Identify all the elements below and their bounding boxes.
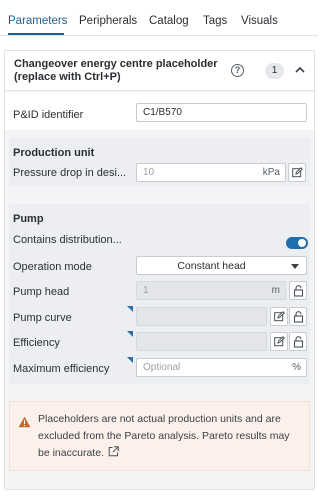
tab-peripherals[interactable]: Peripherals — [79, 15, 137, 27]
lock-icon — [293, 311, 304, 323]
maximum-efficiency-input[interactable]: Optional % — [136, 358, 307, 377]
caret-down-icon — [291, 264, 299, 269]
count-badge: 1 — [265, 63, 284, 79]
pump-head-lock-button[interactable] — [289, 281, 307, 300]
efficiency-input — [136, 332, 267, 351]
chevron-up-icon[interactable] — [293, 63, 307, 77]
pump-head-unit: m — [271, 285, 280, 296]
pressure-drop-label: Pressure drop in desi... — [13, 167, 127, 179]
external-link-icon[interactable] — [108, 446, 119, 457]
panel-title: Changeover energy centre placeholder (re… — [14, 58, 218, 83]
pressure-drop-unit: kPa — [262, 167, 280, 178]
contains-distribution-toggle[interactable] — [286, 237, 308, 249]
pid-value: C1/B570 — [143, 107, 182, 118]
pump-curve-edit-button[interactable] — [270, 307, 288, 326]
maximum-efficiency-label: Maximum efficiency — [13, 363, 110, 375]
pump-curve-lock-button[interactable] — [289, 307, 307, 326]
efficiency-indicator — [127, 331, 133, 337]
warning-icon — [18, 416, 31, 428]
edit-icon — [274, 336, 285, 347]
warning-callout: Placeholders are not actual production u… — [9, 401, 310, 471]
lock-icon — [293, 285, 304, 297]
efficiency-lock-button[interactable] — [289, 332, 307, 351]
tab-catalog[interactable]: Catalog — [149, 15, 189, 27]
maximum-efficiency-placeholder: Optional — [143, 362, 181, 373]
production-unit-section: Production unit Pressure drop in desi...… — [9, 138, 310, 186]
edit-icon — [274, 311, 285, 322]
operation-mode-label: Operation mode — [13, 261, 92, 273]
tab-visuals[interactable]: Visuals — [241, 15, 278, 27]
pump-head-input[interactable]: 1 m — [136, 281, 286, 300]
warning-message: Placeholders are not actual production u… — [38, 411, 304, 462]
toggle-knob — [298, 239, 306, 247]
pid-row: P&ID identifier C1/B570 — [5, 92, 314, 130]
active-tab-indicator — [8, 33, 64, 35]
lock-icon — [293, 336, 304, 348]
parameters-panel: Changeover energy centre placeholder (re… — [4, 50, 315, 490]
pressure-drop-input[interactable]: 10 kPa — [136, 163, 286, 182]
pressure-drop-value: 10 — [143, 167, 155, 178]
pressure-drop-edit-button[interactable] — [288, 163, 306, 182]
production-unit-title: Production unit — [13, 147, 95, 159]
pump-curve-indicator — [127, 306, 133, 312]
tab-tags[interactable]: Tags — [203, 15, 227, 27]
panel-header[interactable]: Changeover energy centre placeholder (re… — [5, 51, 314, 91]
tab-bar: Parameters Peripherals Catalog Tags Visu… — [0, 0, 318, 36]
pump-title: Pump — [13, 213, 44, 225]
pid-label: P&ID identifier — [13, 109, 84, 121]
pump-head-value: 1 — [143, 285, 149, 296]
operation-mode-value: Constant head — [177, 260, 246, 272]
pump-curve-input — [136, 307, 267, 326]
pid-input[interactable]: C1/B570 — [136, 103, 307, 122]
efficiency-label: Efficiency — [13, 337, 60, 349]
edit-icon — [292, 167, 303, 178]
contains-distribution-label: Contains distribution... — [13, 234, 122, 246]
tab-parameters[interactable]: Parameters — [8, 15, 67, 27]
pump-section: Pump Contains distribution... Operation … — [9, 204, 310, 384]
pump-head-label: Pump head — [13, 286, 70, 298]
warning-text: Placeholders are not actual production u… — [38, 413, 290, 459]
maximum-efficiency-unit: % — [292, 362, 301, 373]
pump-curve-label: Pump curve — [13, 312, 72, 324]
maximum-efficiency-indicator — [127, 357, 133, 363]
operation-mode-select[interactable]: Constant head — [136, 256, 307, 275]
efficiency-edit-button[interactable] — [270, 332, 288, 351]
help-icon[interactable]: ? — [231, 64, 244, 77]
